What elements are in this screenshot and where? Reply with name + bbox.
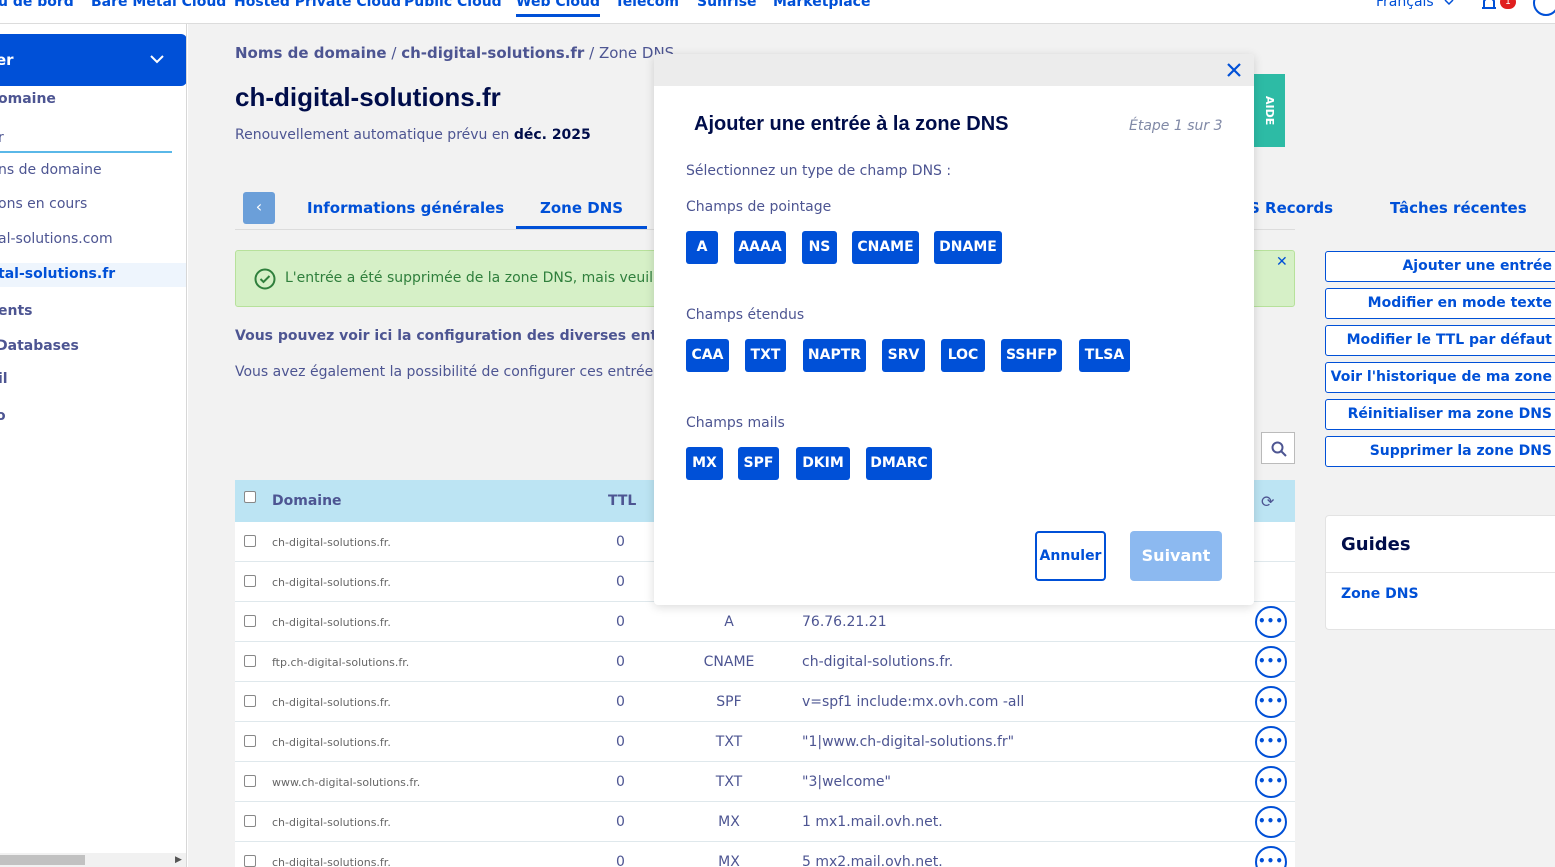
group-mail-label: Champs mails [686,415,785,431]
modal-header [654,54,1254,86]
close-icon[interactable] [1224,60,1244,80]
dns-type-dmarc-button[interactable]: DMARC [866,447,932,480]
modal-prompt: Sélectionnez un type de champ DNS : [686,163,952,179]
next-button[interactable]: Suivant [1130,531,1222,581]
dns-type-caa-button[interactable]: CAA [686,339,729,372]
dns-type-srv-button[interactable]: SRV [882,339,925,372]
dns-type-mx-button[interactable]: MX [686,447,723,480]
dns-type-aaaa-button[interactable]: AAAA [734,231,786,264]
dns-type-loc-button[interactable]: LOC [941,339,985,372]
dns-type-sshfp-button[interactable]: SSHFP [1001,339,1062,372]
modal-title: Ajouter une entrée à la zone DNS [694,113,1009,135]
dns-type-cname-button[interactable]: CNAME [852,231,919,264]
dns-type-spf-button[interactable]: SPF [738,447,779,480]
cancel-button[interactable]: Annuler [1035,531,1106,581]
dns-type-ns-button[interactable]: NS [802,231,837,264]
group-extended-label: Champs étendus [686,307,805,323]
dns-type-naptr-button[interactable]: NAPTR [803,339,866,372]
dns-type-dkim-button[interactable]: DKIM [796,447,850,480]
modal-step-indicator: Étape 1 sur 3 [1129,118,1223,134]
dns-type-tlsa-button[interactable]: TLSA [1079,339,1130,372]
dns-type-a-button[interactable]: A [686,231,718,264]
add-dns-entry-modal: Ajouter une entrée à la zone DNS Étape 1… [654,54,1254,605]
dns-type-dname-button[interactable]: DNAME [934,231,1002,264]
dns-type-txt-button[interactable]: TXT [745,339,786,372]
group-pointing-label: Champs de pointage [686,199,832,215]
